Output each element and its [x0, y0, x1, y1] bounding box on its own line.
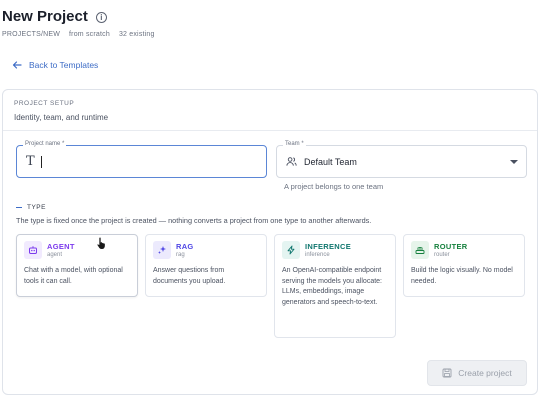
type-section-heading: TYPE	[16, 204, 46, 211]
back-to-templates-link[interactable]: Back to Templates	[12, 60, 98, 70]
type-desc: Answer questions from documents you uplo…	[153, 267, 226, 285]
type-desc: Build the logic visually. No model neede…	[411, 267, 513, 285]
project-name-input[interactable]: T	[16, 145, 267, 178]
type-slug: rag	[176, 252, 185, 258]
team-select[interactable]: Default Team	[276, 145, 527, 178]
page-subline: PROJECTS/NEW from scratch 32 existing	[2, 31, 155, 38]
type-slug: agent	[47, 252, 63, 258]
type-name: RAG	[176, 242, 194, 251]
breadcrumb: PROJECTS/NEW	[2, 31, 61, 38]
mode-label: from scratch	[69, 31, 110, 38]
page-title: New Project i	[2, 8, 107, 25]
type-slug: router	[434, 252, 450, 258]
type-card-router[interactable]: ROUTER router Build the logic visually. …	[403, 234, 525, 297]
router-icon	[411, 241, 429, 259]
existing-count: 32 existing	[118, 31, 155, 38]
card-header: PROJECT SETUP Identity, team, and runtim…	[3, 90, 537, 131]
save-icon	[442, 368, 452, 378]
bolt-icon	[282, 241, 300, 259]
arrow-left-icon	[12, 61, 22, 69]
type-desc: Chat with a model, with optional tools i…	[24, 267, 123, 285]
hand-cursor-icon	[96, 236, 106, 250]
team-label: Team *	[283, 141, 306, 147]
sparkle-icon	[153, 241, 171, 259]
back-link-label: Back to Templates	[29, 60, 99, 70]
type-card-agent[interactable]: AGENT agent Chat with a model, with opti…	[16, 234, 138, 297]
card-kicker: PROJECT SETUP	[14, 100, 75, 107]
dash-icon	[16, 206, 22, 209]
type-heading-text: TYPE	[27, 204, 46, 211]
type-name: INFERENCE	[305, 242, 352, 251]
type-card-inference[interactable]: INFERENCE inference An OpenAI-compatible…	[274, 234, 396, 338]
page-title-text: New Project	[2, 8, 88, 25]
team-help-text: A project belongs to one team	[284, 182, 384, 191]
type-slug: inference	[305, 252, 330, 258]
chevron-down-icon	[510, 160, 518, 164]
create-project-label: Create project	[458, 368, 512, 378]
type-description: The type is fixed once the project is cr…	[16, 216, 372, 225]
text-caret	[40, 155, 42, 168]
create-project-button[interactable]: Create project	[427, 360, 527, 386]
info-icon[interactable]: i	[95, 11, 107, 23]
robot-icon	[24, 241, 42, 259]
text-type-icon: T	[26, 154, 35, 169]
type-card-rag[interactable]: RAG rag Answer questions from documents …	[145, 234, 267, 297]
card-subtitle: Identity, team, and runtime	[14, 113, 109, 122]
project-name-label: Project name *	[23, 141, 67, 147]
users-icon	[286, 157, 297, 166]
team-select-value: Default Team	[304, 156, 357, 167]
type-name: AGENT	[47, 242, 75, 251]
type-desc: An OpenAI-compatible endpoint serving th…	[282, 267, 382, 306]
type-name: ROUTER	[434, 242, 468, 251]
project-setup-card: PROJECT SETUP Identity, team, and runtim…	[2, 89, 538, 395]
